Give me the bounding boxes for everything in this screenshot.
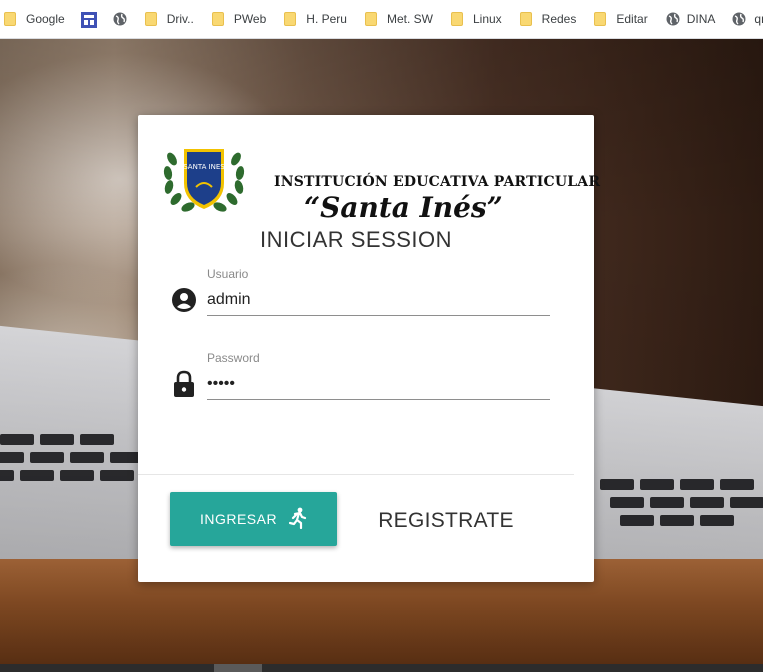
registrate-button[interactable]: REGISTRATE: [370, 499, 522, 543]
password-input[interactable]: [207, 375, 550, 400]
folder-icon: [364, 12, 377, 26]
school-name-line2: “Santa Inés”: [304, 191, 503, 224]
svg-text:SANTA INES: SANTA INES: [183, 163, 225, 171]
bookmark-drive[interactable]: Driv..: [144, 0, 194, 38]
app-icon: [80, 12, 97, 28]
username-label: Usuario: [207, 267, 249, 281]
folder-icon: [519, 12, 532, 26]
bookmark-label: Met. SW: [386, 12, 433, 26]
folder-icon: [594, 12, 607, 26]
bookmark-label: qno: [754, 12, 763, 26]
ingresar-button[interactable]: INGRESAR: [170, 492, 337, 546]
bookmark-google[interactable]: Google: [4, 0, 65, 38]
globe-icon: [666, 12, 680, 26]
bookmark-label: PWeb: [233, 12, 267, 26]
login-card: SANTA INES INSTITUCIÓN EDUCATIVA PARTICU…: [138, 115, 600, 582]
username-input[interactable]: [207, 291, 550, 316]
bookmark-app[interactable]: [80, 0, 97, 38]
crest-icon: SANTA INES: [163, 149, 245, 212]
folder-icon: [284, 12, 297, 26]
bookmark-editar[interactable]: Editar: [594, 0, 648, 38]
card-divider: [138, 474, 574, 475]
ingresar-button-label: INGRESAR: [199, 511, 278, 527]
bookmark-pweb[interactable]: PWeb: [211, 0, 267, 38]
password-label: Password: [207, 351, 260, 365]
lock-icon: [173, 370, 199, 397]
bookmarks-bar: Google Driv.. PWeb H. Peru Met. SW Linux…: [0, 0, 763, 39]
bookmark-label: H. Peru: [306, 12, 347, 26]
school-name-line1: INSTITUCIÓN EDUCATIVA PARTICULAR: [274, 174, 601, 190]
bookmark-label: Driv..: [166, 12, 194, 26]
bookmark-label: Google: [26, 12, 65, 26]
bookmark-dina[interactable]: DINA: [666, 0, 716, 38]
globe-icon: [113, 12, 127, 26]
bookmark-label: Redes: [541, 12, 577, 26]
taskbar-tab[interactable]: [214, 664, 262, 672]
bookmark-web[interactable]: [113, 0, 127, 38]
account-circle-icon: [171, 287, 197, 313]
bookmark-label: Editar: [616, 12, 648, 26]
folder-icon: [144, 12, 157, 26]
globe-icon: [732, 12, 746, 26]
taskbar-strip: [0, 664, 763, 672]
bookmark-linux[interactable]: Linux: [450, 0, 502, 38]
bookmark-redes[interactable]: Redes: [519, 0, 577, 38]
folder-icon: [4, 12, 16, 26]
bookmark-qno[interactable]: qno: [732, 0, 763, 38]
bookmark-label: Linux: [472, 12, 502, 26]
bookmark-h-peru[interactable]: H. Peru: [284, 0, 347, 38]
folder-icon: [211, 12, 224, 26]
login-title: INICIAR SESSION: [259, 227, 453, 252]
bookmark-met-sw[interactable]: Met. SW: [364, 0, 433, 38]
folder-icon: [450, 12, 463, 26]
school-logo: SANTA INES INSTITUCIÓN EDUCATIVA PARTICU…: [162, 139, 600, 224]
running-person-icon: [288, 507, 307, 532]
bookmark-label: DINA: [686, 12, 716, 26]
